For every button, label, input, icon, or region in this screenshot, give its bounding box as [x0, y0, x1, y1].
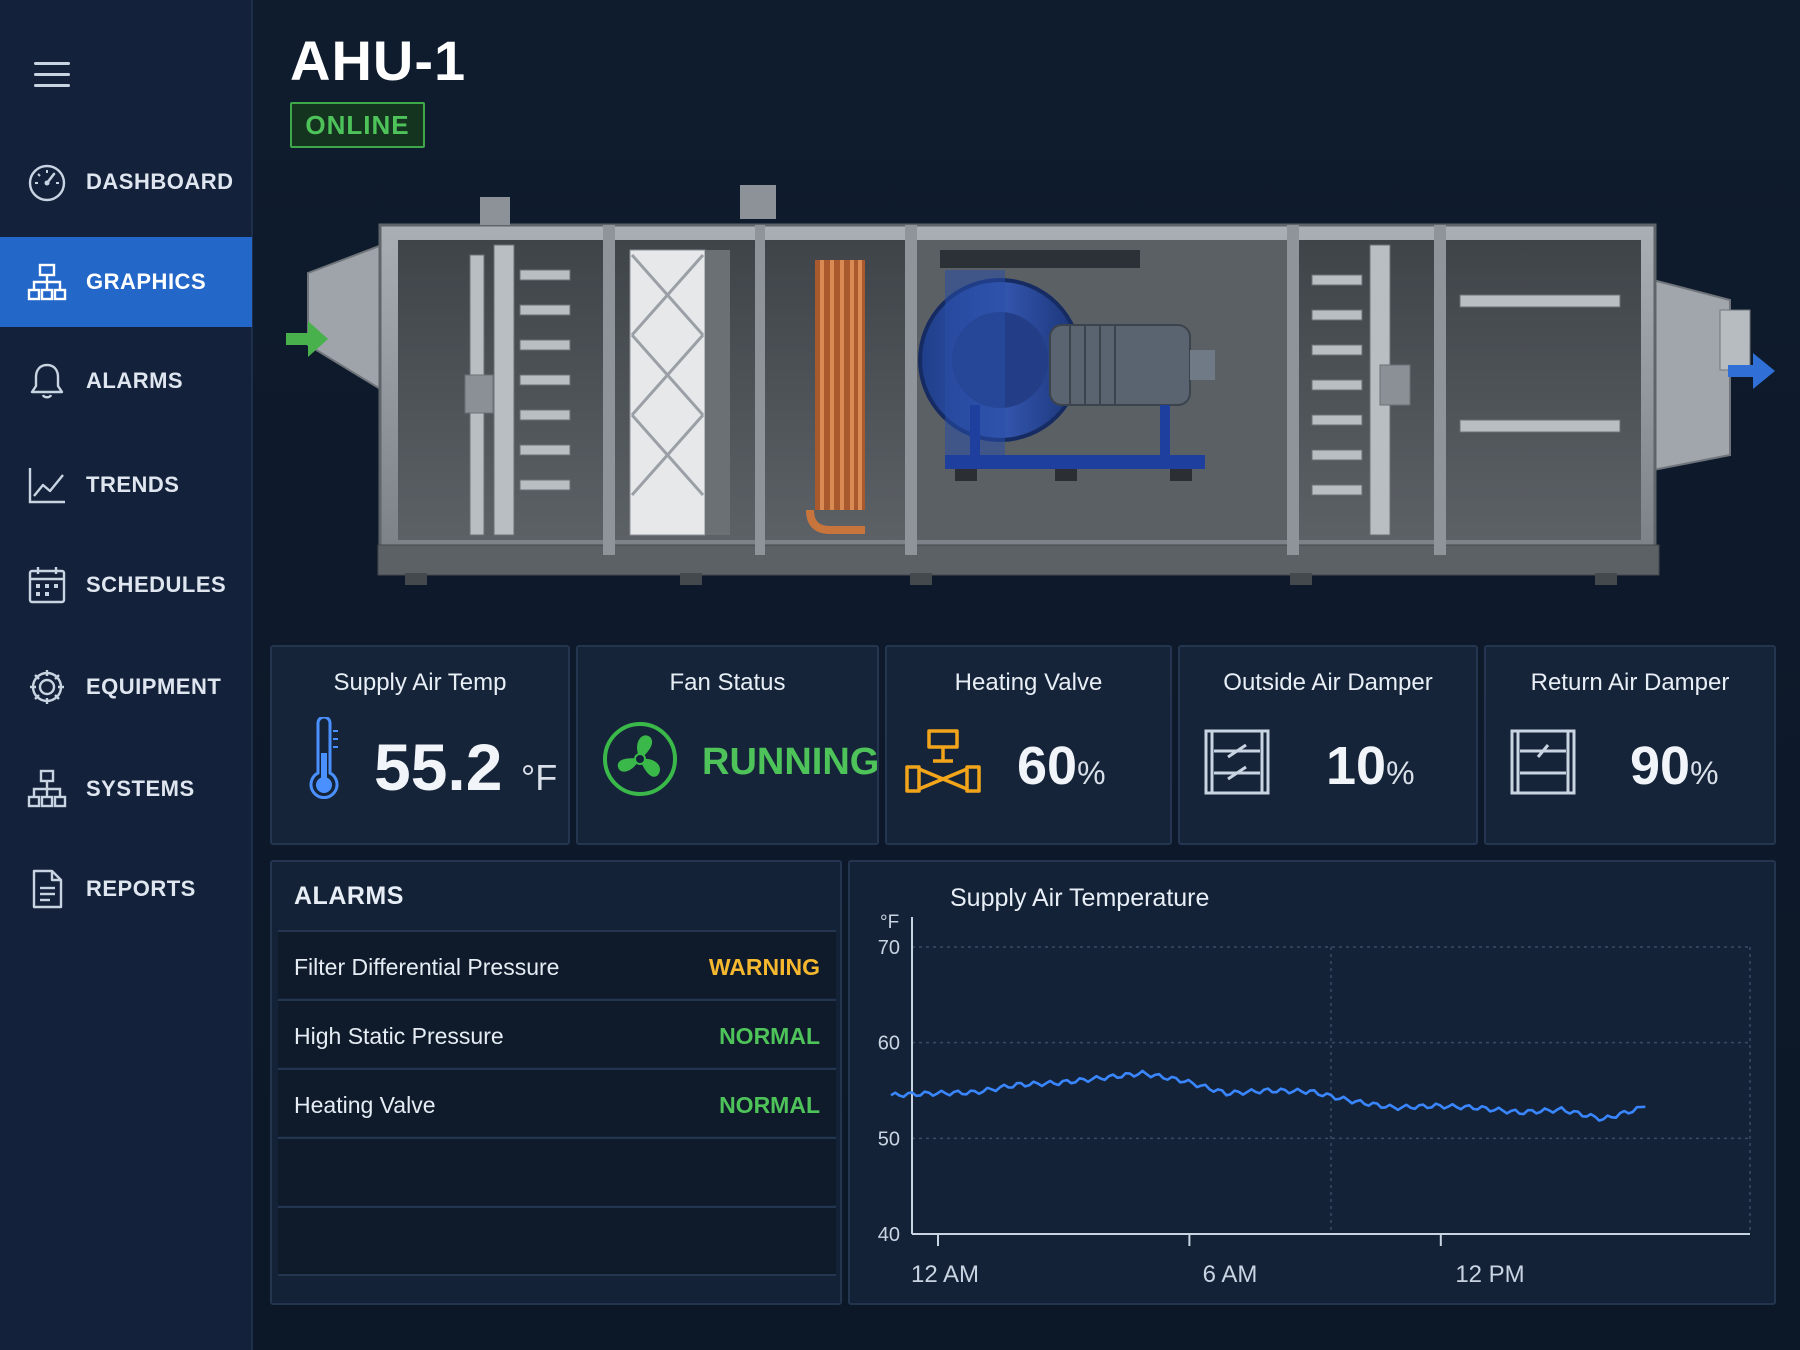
fan-status-value: RUNNING	[702, 741, 880, 783]
chart-panel: Supply Air Temperature °F 40 50 60 70 12 AM…	[848, 860, 1776, 1305]
calendar-icon	[28, 567, 66, 604]
card-title: Supply Air Temp	[333, 669, 507, 696]
x-tick-label: 6 AM	[1203, 1261, 1258, 1288]
damper-icon	[1204, 729, 1270, 795]
supply-air-temperature-chart: Supply Air Temperature °F 40 50 60 70 12 AM…	[878, 884, 1751, 1288]
outside-damper-value: 10	[1326, 736, 1387, 796]
card-outside-air-damper[interactable]: Outside Air Damper 10%	[1178, 645, 1478, 845]
sidebar-item-graphics[interactable]: GRAPHICS	[0, 237, 252, 327]
sidebar-item-schedules[interactable]: SCHEDULES	[0, 540, 252, 630]
network-icon	[27, 769, 67, 808]
alarm-row[interactable]: Filter Differential Pressure WARNING	[278, 930, 836, 998]
status-badge: ONLINE	[290, 102, 425, 148]
alarm-name: High Static Pressure	[294, 1023, 504, 1049]
card-supply-air-temp[interactable]: Supply Air Temp 55.2 °F	[270, 645, 570, 845]
card-title: Heating Valve	[954, 669, 1103, 696]
document-icon	[32, 869, 63, 909]
alarm-name: Heating Valve	[294, 1092, 436, 1118]
sidebar-item-label: EQUIPMENT	[86, 674, 222, 699]
page-title: AHU-1	[290, 29, 467, 92]
supply-temp-unit: °F	[520, 757, 558, 798]
sidebar-item-label: REPORTS	[86, 876, 196, 901]
fan-icon	[603, 722, 677, 796]
valve-icon	[905, 729, 981, 793]
gauge-icon	[28, 164, 66, 202]
hierarchy-icon	[27, 263, 67, 301]
damper-icon	[1510, 729, 1576, 795]
y-tick-label: 60	[878, 1033, 900, 1055]
outside-damper-unit: %	[1386, 755, 1415, 791]
sidebar-item-label: SYSTEMS	[86, 776, 195, 801]
y-tick-label: 50	[878, 1128, 900, 1150]
chart-grid	[912, 946, 1751, 1234]
filter-bank	[629, 249, 730, 536]
card-fan-status[interactable]: Fan Status RUNNING	[576, 645, 879, 845]
hamburger-menu-icon[interactable]	[34, 62, 70, 88]
sidebar-item-systems[interactable]: SYSTEMS	[0, 744, 252, 834]
x-tick-labels: 12 AM 6 AM 12 PM	[911, 1234, 1525, 1288]
supply-temp-value: 55.2	[374, 730, 503, 804]
alarm-state: WARNING	[708, 954, 820, 980]
chart-title: Supply Air Temperature	[950, 884, 1209, 912]
alarm-state: NORMAL	[719, 1092, 820, 1118]
return-damper-unit: %	[1690, 755, 1719, 791]
sidebar-item-label: DASHBOARD	[86, 169, 234, 194]
card-title: Return Air Damper	[1530, 669, 1730, 696]
sidebar-item-trends[interactable]: TRENDS	[0, 440, 252, 530]
thermometer-icon	[309, 717, 339, 800]
card-return-air-damper[interactable]: Return Air Damper 90%	[1484, 645, 1776, 845]
chart-series	[890, 1069, 1646, 1122]
sidebar-item-reports[interactable]: REPORTS	[0, 844, 252, 934]
alarm-row[interactable]: Heating Valve NORMAL	[278, 1068, 836, 1136]
sidebar-item-alarms[interactable]: ALARMS	[0, 336, 252, 426]
alarm-row-empty	[278, 1137, 836, 1205]
sidebar-item-label: TRENDS	[86, 472, 180, 497]
gear-icon	[30, 670, 64, 704]
alarms-title: ALARMS	[294, 882, 404, 910]
y-tick-label: 40	[878, 1224, 900, 1246]
sidebar-item-label: GRAPHICS	[86, 269, 207, 294]
metric-value: 55.2 °F	[374, 729, 557, 805]
card-heating-valve[interactable]: Heating Valve 60%	[885, 645, 1172, 845]
heating-valve-value: 60	[1017, 736, 1078, 796]
x-tick-label: 12 PM	[1455, 1261, 1524, 1288]
return-damper-value: 90	[1630, 736, 1691, 796]
sidebar-item-dashboard[interactable]: DASHBOARD	[0, 137, 252, 227]
sidebar-item-label: SCHEDULES	[86, 572, 227, 597]
alarm-row-empty	[278, 1206, 836, 1276]
app-window: DASHBOARD GRAPHICS ALARMS TRENDS SCHEDUL…	[0, 0, 1800, 1350]
card-title: Fan Status	[669, 669, 786, 696]
sidebar-item-label: ALARMS	[86, 368, 184, 393]
air-handling-unit-graphic	[286, 185, 1775, 585]
line-chart-icon	[28, 468, 65, 504]
alarms-panel: ALARMS Filter Differential Pressure WARN…	[270, 860, 842, 1305]
card-title: Outside Air Damper	[1223, 669, 1433, 696]
y-tick-labels: 40 50 60 70	[878, 937, 900, 1246]
alarm-state: NORMAL	[719, 1023, 820, 1049]
bell-icon	[30, 363, 64, 399]
series-line	[890, 1069, 1646, 1122]
x-tick-label: 12 AM	[911, 1261, 979, 1288]
y-axis-unit-label: °F	[880, 912, 899, 933]
alarm-row[interactable]: High Static Pressure NORMAL	[278, 999, 836, 1067]
sidebar: DASHBOARD GRAPHICS ALARMS TRENDS SCHEDUL…	[0, 0, 253, 1350]
y-tick-label: 70	[878, 937, 900, 959]
heating-valve-unit: %	[1077, 755, 1106, 791]
heating-coil	[806, 260, 865, 534]
sidebar-item-equipment[interactable]: EQUIPMENT	[0, 642, 252, 732]
alarm-name: Filter Differential Pressure	[294, 954, 560, 980]
